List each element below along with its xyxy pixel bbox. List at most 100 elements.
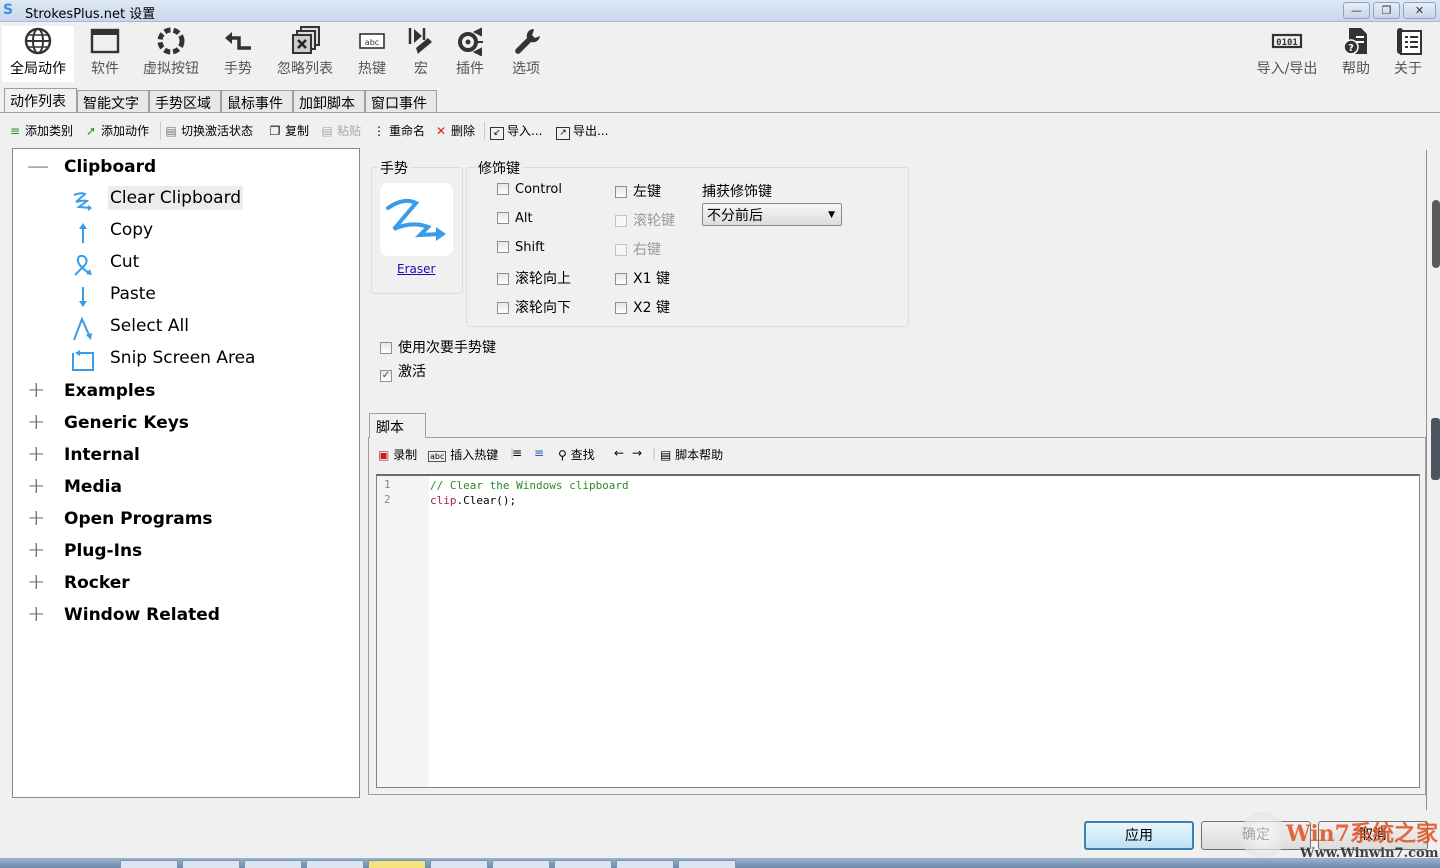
gesture-name-link[interactable]: Eraser (397, 262, 435, 276)
close-button[interactable]: ✕ (1403, 2, 1436, 19)
tree-action[interactable]: Select All (13, 313, 353, 343)
taskbar-button[interactable] (244, 860, 302, 868)
expand-icon[interactable]: + (27, 604, 49, 627)
wheel-down-checkbox[interactable]: 滚轮向下 (497, 297, 571, 317)
toolbar-global-actions[interactable]: 全局动作 (2, 26, 74, 82)
secondary-key-checkbox[interactable]: 使用次要手势键 (380, 337, 496, 357)
tree-action[interactable]: Snip Screen Area (13, 345, 353, 375)
toolbar-label: 虚拟按钮 (143, 61, 199, 77)
right-button-checkbox[interactable]: 右键 (615, 239, 661, 259)
tab-load-unload-scripts[interactable]: 加卸脚本 (293, 90, 365, 113)
tree-action[interactable]: Cut (13, 249, 353, 279)
toolbar-options[interactable]: 选项 (506, 26, 546, 82)
comment-button[interactable]: ≡ (534, 446, 544, 460)
toolbar-import-export[interactable]: 0101 导入/导出 (1252, 26, 1322, 82)
capture-modifiers-select[interactable]: 不分前后 ▼ (702, 203, 842, 226)
record-button[interactable]: ▣ 录制 (378, 446, 417, 463)
x2-button-checkbox[interactable]: X2 键 (615, 297, 670, 317)
collapse-icon[interactable]: — (27, 156, 49, 179)
minimize-button[interactable]: — (1343, 2, 1370, 19)
tree-category[interactable]: + Internal (13, 441, 353, 471)
expand-icon[interactable]: + (27, 476, 49, 499)
indent-button[interactable]: ≡ (512, 446, 522, 460)
tree-category[interactable]: + Generic Keys (13, 409, 353, 439)
expand-icon[interactable]: + (27, 572, 49, 595)
expand-icon[interactable]: + (27, 508, 49, 531)
control-checkbox[interactable]: Control (497, 182, 562, 197)
apply-button[interactable]: 应用 (1084, 821, 1194, 850)
tree-category[interactable]: + Plug-Ins (13, 537, 353, 567)
middle-button-checkbox[interactable]: 滚轮键 (615, 210, 675, 230)
side-scroll-handle[interactable] (1432, 200, 1440, 268)
toolbar-plugins[interactable]: 插件 (450, 26, 490, 82)
tab-gesture-zones[interactable]: 手势区域 (149, 90, 221, 113)
forward-button[interactable]: → (632, 446, 642, 460)
add-action-button[interactable]: ➚ 添加动作 (84, 122, 149, 139)
toolbar-about[interactable]: 关于 (1388, 26, 1428, 82)
gesture-preview[interactable] (380, 183, 453, 256)
toolbar-ignore-list[interactable]: 忽略列表 (272, 26, 338, 82)
copy-button[interactable]: ❐ 复制 (268, 122, 309, 139)
restore-button[interactable]: ❐ (1373, 2, 1400, 19)
active-checkbox[interactable]: ✓ 激活 (380, 361, 426, 382)
tab-mouse-events[interactable]: 鼠标事件 (221, 90, 293, 113)
taskbar-button-active[interactable] (368, 860, 426, 868)
taskbar-button[interactable] (616, 860, 674, 868)
insert-hotkey-button[interactable]: abc 插入热键 (428, 446, 498, 463)
script-editor[interactable]: 1 2 // Clear the Windows clipboard clip.… (376, 474, 1420, 788)
delete-button[interactable]: ✕ 删除 (434, 122, 475, 139)
taskbar-button[interactable] (306, 860, 364, 868)
macro-icon (408, 28, 432, 54)
gesture-up-icon (79, 223, 87, 243)
tree-category[interactable]: + Open Programs (13, 505, 353, 535)
side-scroll-handle[interactable] (1431, 418, 1440, 480)
toolbar-gestures[interactable]: 手势 (218, 26, 258, 82)
tree-action[interactable]: Copy (13, 217, 353, 247)
tree-category[interactable]: + Examples (13, 377, 353, 407)
taskbar-button[interactable] (182, 860, 240, 868)
tree-category[interactable]: + Window Related (13, 601, 353, 631)
taskbar-button[interactable] (678, 860, 736, 868)
help-doc-icon: ? (1343, 28, 1367, 55)
toolbar-hotkeys[interactable]: abc 热键 (352, 26, 392, 82)
toolbar-virtual-buttons[interactable]: 虚拟按钮 (138, 26, 204, 82)
tab-smart-text[interactable]: 智能文字 (77, 90, 149, 113)
toggle-active-button[interactable]: ▤ 切换激活状态 (164, 122, 253, 139)
x1-button-checkbox[interactable]: X1 键 (615, 268, 670, 288)
checkmark-icon: ✓ (380, 370, 392, 382)
paste-button[interactable]: ▤ 粘贴 (320, 122, 361, 139)
tree-category[interactable]: + Rocker (13, 569, 353, 599)
indent-icon: ≡ (512, 446, 523, 460)
taskbar-button[interactable] (430, 860, 488, 868)
tab-window-events[interactable]: 窗口事件 (365, 90, 437, 113)
expand-icon[interactable]: + (27, 412, 49, 435)
tree-action[interactable]: Clear Clipboard (13, 185, 353, 215)
tree-category[interactable]: + Media (13, 473, 353, 503)
import-button[interactable]: ↙ 导入... (490, 122, 542, 140)
tree-action[interactable]: Paste (13, 281, 353, 311)
tree-category-clipboard[interactable]: — Clipboard (13, 153, 353, 183)
expand-icon[interactable]: + (27, 380, 49, 403)
rename-button[interactable]: ⋮ 重命名 (372, 122, 425, 139)
left-button-checkbox[interactable]: 左键 (615, 181, 661, 201)
keyboard-abc-icon: abc (359, 33, 385, 49)
taskbar-button[interactable] (554, 860, 612, 868)
script-help-button[interactable]: ▤ 脚本帮助 (660, 446, 723, 463)
back-button[interactable]: ← (614, 446, 624, 460)
add-category-button[interactable]: ≡ 添加类别 (8, 122, 73, 139)
export-button[interactable]: ↗ 导出... (556, 122, 608, 140)
alt-checkbox[interactable]: Alt (497, 211, 533, 226)
taskbar-button[interactable] (492, 860, 550, 868)
toolbar-software[interactable]: 软件 (84, 26, 126, 82)
tab-action-list[interactable]: 动作列表 (4, 88, 77, 112)
find-button[interactable]: ⚲ 查找 (558, 446, 595, 463)
toolbar-label: 关于 (1394, 61, 1422, 77)
toolbar-help[interactable]: ? 帮助 (1336, 26, 1376, 82)
toolbar-macros[interactable]: 宏 (404, 26, 438, 82)
taskbar-button[interactable] (120, 860, 178, 868)
expand-icon[interactable]: + (27, 444, 49, 467)
expand-icon[interactable]: + (27, 540, 49, 563)
tab-script[interactable]: 脚本 (369, 413, 426, 438)
wheel-up-checkbox[interactable]: 滚轮向上 (497, 268, 571, 288)
shift-checkbox[interactable]: Shift (497, 240, 545, 255)
